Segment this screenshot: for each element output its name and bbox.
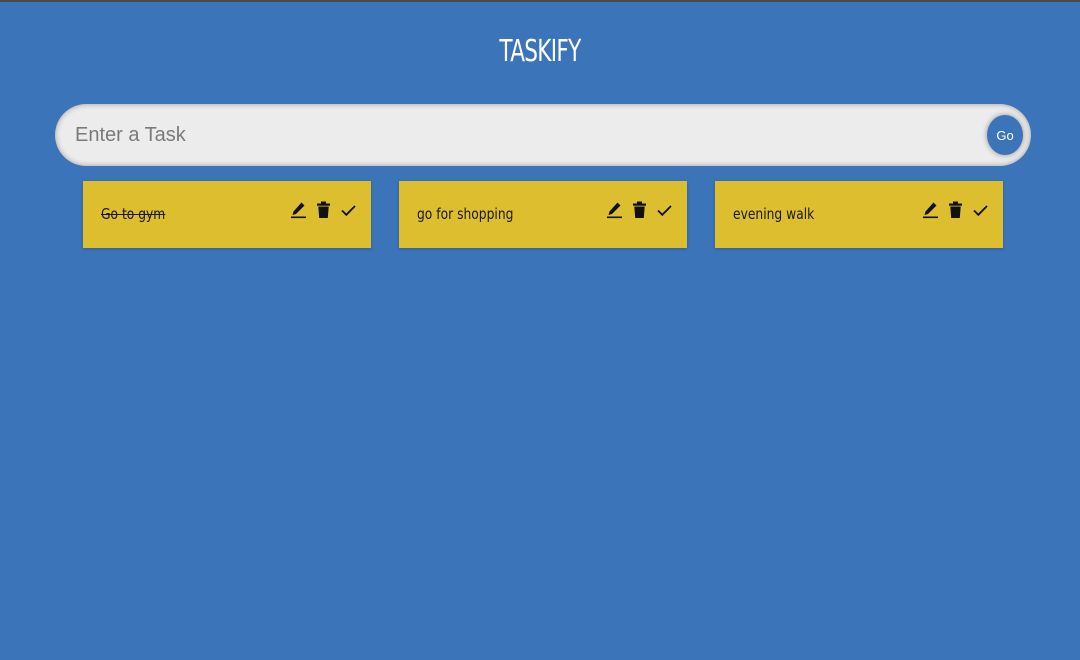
task-text: go for shopping [417, 205, 514, 223]
app-title: TASKIFY [499, 34, 581, 69]
check-icon[interactable] [656, 201, 673, 219]
task-card: go for shopping [399, 181, 687, 248]
go-button[interactable]: Go [987, 115, 1023, 155]
pencil-icon[interactable] [606, 201, 623, 219]
trash-icon[interactable] [631, 201, 648, 219]
trash-icon[interactable] [315, 201, 332, 219]
pencil-icon[interactable] [922, 201, 939, 219]
pencil-icon[interactable] [290, 201, 307, 219]
task-card: evening walk [715, 181, 1003, 248]
check-icon[interactable] [972, 201, 989, 219]
task-actions [922, 201, 989, 219]
task-actions [606, 201, 673, 219]
task-text: Go to gym [101, 205, 166, 223]
task-card: Go to gym [83, 181, 371, 248]
trash-icon[interactable] [947, 201, 964, 219]
task-input-container: Go [55, 104, 1031, 166]
task-input[interactable] [55, 104, 1031, 166]
task-actions [290, 201, 357, 219]
task-text: evening walk [733, 205, 815, 223]
check-icon[interactable] [340, 201, 357, 219]
